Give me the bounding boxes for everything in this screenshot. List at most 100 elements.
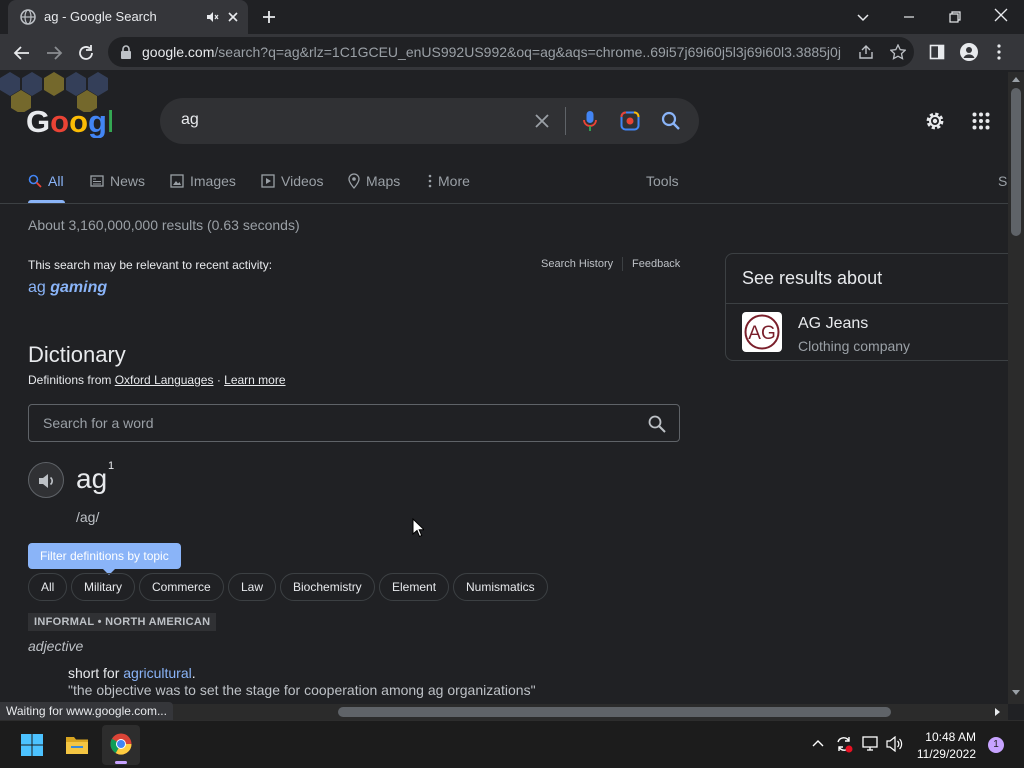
tab-search-chevron-icon[interactable] <box>855 9 871 25</box>
search-icon <box>28 174 42 188</box>
word-superscript: 1 <box>108 460 115 472</box>
search-box[interactable]: ag <box>160 98 699 144</box>
search-history-link[interactable]: Search History <box>541 258 613 270</box>
tab-images[interactable]: Images <box>170 173 236 189</box>
chrome-taskbar-button[interactable] <box>102 725 140 765</box>
search-icon[interactable] <box>661 111 681 131</box>
recent-suggestion-link[interactable]: ag gaming <box>28 279 107 297</box>
back-icon[interactable] <box>13 44 31 62</box>
tab-videos[interactable]: Videos <box>261 173 324 189</box>
topic-chip-biochemistry[interactable]: Biochemistry <box>280 573 375 601</box>
globe-icon <box>20 9 36 25</box>
feedback-link[interactable]: Feedback <box>632 258 680 270</box>
definition-example: "the objective was to set the stage for … <box>68 682 536 698</box>
kp-entity-desc: Clothing company <box>798 338 911 354</box>
browser-tab[interactable]: ag - Google Search <box>8 0 248 34</box>
safesearch-clipped[interactable]: S <box>998 173 1007 189</box>
topic-chip-law[interactable]: Law <box>228 573 277 601</box>
active-app-indicator <box>115 761 127 764</box>
map-pin-icon <box>348 173 360 189</box>
definitions-source: Definitions from Oxford Languages · Lear… <box>28 373 286 387</box>
network-icon[interactable] <box>862 736 880 752</box>
agricultural-link[interactable]: agricultural <box>123 665 191 681</box>
sync-alert-icon[interactable] <box>835 735 853 753</box>
status-bubble: Waiting for www.google.com... <box>0 702 173 720</box>
taskbar-date[interactable]: 11/29/2022 <box>906 747 976 761</box>
side-panel-icon[interactable] <box>929 44 945 60</box>
image-icon <box>170 174 184 188</box>
kp-entity-row[interactable]: AG AG Jeans Clothing company <box>726 304 1008 362</box>
topic-chip-commerce[interactable]: Commerce <box>139 573 224 601</box>
apps-grid-icon[interactable] <box>972 112 990 130</box>
settings-gear-icon[interactable] <box>924 110 946 132</box>
definition-text: short for agricultural. <box>68 665 196 681</box>
windows-start-icon[interactable] <box>21 734 43 756</box>
windows-taskbar: 10:48 AM 11/29/2022 1 <box>0 720 1024 768</box>
more-vertical-icon[interactable] <box>996 44 1002 60</box>
topic-chip-element[interactable]: Element <box>379 573 450 601</box>
tab-news-label: News <box>110 173 146 189</box>
topic-chip-all[interactable]: All <box>28 573 68 601</box>
lock-icon[interactable] <box>120 45 132 59</box>
tools-button[interactable]: Tools <box>646 173 679 189</box>
new-tab-icon[interactable] <box>261 9 277 25</box>
speaker-mute-icon[interactable] <box>205 10 219 24</box>
speaker-icon <box>37 472 57 490</box>
close-tab-icon[interactable] <box>226 10 240 24</box>
minimize-icon[interactable] <box>901 9 917 25</box>
tab-images-label: Images <box>190 173 236 189</box>
address-bar[interactable]: google.com/search?q=ag&rlz=1C1GCEU_enUS9… <box>108 37 914 67</box>
scroll-up-arrow-icon[interactable] <box>1012 76 1020 82</box>
volume-icon[interactable] <box>886 736 904 752</box>
scroll-down-arrow-icon[interactable] <box>1012 690 1020 696</box>
forward-icon[interactable] <box>45 44 63 62</box>
usage-label: INFORMAL • NORTH AMERICAN <box>28 613 217 631</box>
learn-more-link[interactable]: Learn more <box>224 373 285 387</box>
defs-from-label: Definitions from <box>28 373 112 387</box>
vertical-scroll-thumb[interactable] <box>1011 88 1021 236</box>
google-logo[interactable]: Google <box>26 104 112 138</box>
scroll-right-arrow-icon[interactable] <box>995 708 1001 716</box>
pronunciation-button[interactable] <box>28 462 64 498</box>
reload-icon[interactable] <box>77 44 95 62</box>
phonetic-spelling: /ag/ <box>76 509 100 525</box>
dictionary-heading: Dictionary <box>28 342 126 367</box>
search-icon[interactable] <box>648 415 666 433</box>
horizontal-scroll-thumb[interactable] <box>338 707 891 717</box>
svg-text:Google: Google <box>26 104 112 138</box>
tab-maps-label: Maps <box>366 173 401 189</box>
definition-suffix: . <box>191 665 196 681</box>
tab-maps[interactable]: Maps <box>348 173 400 189</box>
tab-all-label: All <box>48 173 64 189</box>
page-content: Google ag All News Images <box>0 72 1008 704</box>
tab-all[interactable]: All <box>28 173 64 189</box>
topic-chip-military[interactable]: Military <box>71 573 135 601</box>
suggestion-bold: gaming <box>50 279 108 296</box>
notification-badge[interactable]: 1 <box>988 737 1004 753</box>
mouse-cursor-icon <box>412 518 424 538</box>
word-search-field[interactable]: Search for a word <box>28 404 680 442</box>
tray-chevron-up-icon[interactable] <box>812 739 824 747</box>
filter-tooltip: Filter definitions by topic <box>28 543 181 569</box>
result-stats: About 3,160,000,000 results (0.63 second… <box>28 217 300 233</box>
url-domain: google.com <box>142 44 215 60</box>
clear-search-icon[interactable] <box>533 112 551 130</box>
microphone-icon[interactable] <box>583 110 597 132</box>
taskbar-time[interactable]: 10:48 AM <box>914 730 976 744</box>
definition-prefix: short for <box>68 665 120 681</box>
tab-more[interactable]: More <box>428 173 470 189</box>
camera-lens-icon[interactable] <box>620 111 640 131</box>
restore-icon[interactable] <box>947 9 963 25</box>
close-window-icon[interactable] <box>993 7 1009 23</box>
bookmark-star-icon[interactable] <box>890 44 906 60</box>
dictionary-word: ag <box>76 463 108 494</box>
topic-chip-numismatics[interactable]: Numismatics <box>453 573 548 601</box>
profile-icon[interactable] <box>960 43 978 61</box>
tab-title: ag - Google Search <box>44 9 157 24</box>
oxford-languages-link[interactable]: Oxford Languages <box>115 373 214 387</box>
search-input[interactable]: ag <box>181 111 199 129</box>
vertical-scrollbar[interactable] <box>1008 72 1024 704</box>
file-explorer-icon[interactable] <box>65 734 89 756</box>
share-icon[interactable] <box>858 45 874 59</box>
tab-news[interactable]: News <box>90 173 145 189</box>
